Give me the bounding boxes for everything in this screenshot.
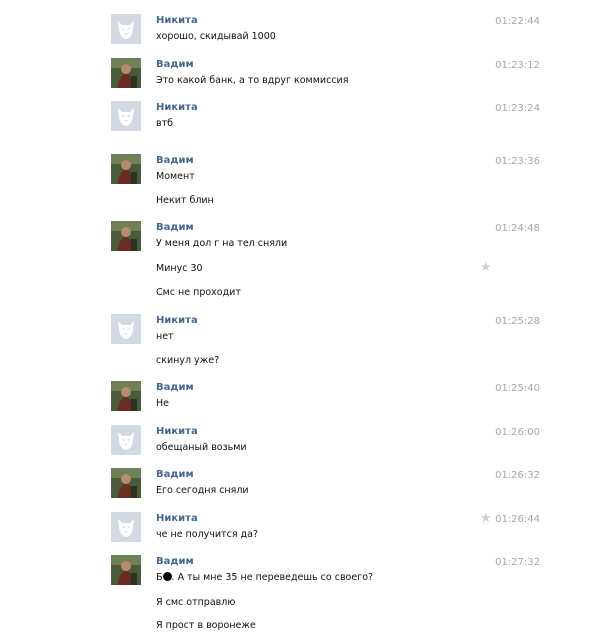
message-text: Не (156, 398, 169, 409)
message: Никита 01:26:00 обещаный возьми (111, 425, 551, 455)
photo-avatar-icon[interactable] (111, 381, 141, 411)
message: Вадим 01:23:12 Это какой банк, а то вдру… (111, 58, 551, 88)
censor-blot (162, 572, 172, 581)
message-text: Смс не проходит (156, 287, 241, 298)
message: Вадим 01:27:32 Б . А ты мне 35 не перевед… (111, 555, 551, 635)
message-time[interactable]: 01:22:44 (495, 16, 540, 27)
message-author[interactable]: Вадим (156, 222, 194, 233)
message-text: хорошо, скидывай 1000 (156, 31, 276, 42)
photo-avatar-icon[interactable] (111, 555, 141, 585)
message-text-part: Б (156, 572, 163, 583)
message: Вадим 01:23:36 Момент Некит блин (111, 154, 551, 208)
dog-avatar-icon[interactable] (111, 512, 141, 542)
message-text: Минус 30 (156, 263, 203, 274)
message-text: Б . А ты мне 35 не переведешь со своего? (156, 572, 373, 583)
message: Никита ★ 01:26:44 че не получится да? (111, 512, 551, 542)
message-text: Я прост в воронеже (156, 620, 256, 631)
message-time[interactable]: 01:25:28 (495, 316, 540, 327)
photo-avatar-icon[interactable] (111, 154, 141, 184)
message-text: скинул уже? (156, 355, 220, 366)
dog-avatar-icon[interactable] (111, 101, 141, 131)
message: Никита 01:23:24 втб (111, 101, 551, 131)
message-time[interactable]: 01:23:36 (495, 156, 540, 167)
message-author[interactable]: Вадим (156, 59, 194, 70)
message-text: Я смс отправлю (156, 597, 236, 608)
dog-avatar-icon[interactable] (111, 314, 141, 344)
message-text: Момент (156, 171, 195, 182)
message-text-part: . А ты мне 35 не переведешь со своего? (171, 572, 374, 583)
message-author[interactable]: Никита (156, 513, 198, 524)
star-icon[interactable]: ★ (480, 261, 492, 274)
message: Никита 01:25:28 нет скинул уже? (111, 314, 551, 368)
message-text: У меня дол г на тел сняли (156, 238, 288, 249)
dog-avatar-icon[interactable] (111, 14, 141, 44)
star-icon[interactable]: ★ (480, 512, 492, 525)
message-time[interactable]: 01:26:44 (495, 514, 540, 525)
message-text: Его сегодня сняли (156, 485, 249, 496)
message-text: обещаный возьми (156, 442, 247, 453)
message-time[interactable]: 01:24:48 (495, 223, 540, 234)
message-author[interactable]: Вадим (156, 469, 194, 480)
photo-avatar-icon[interactable] (111, 221, 141, 251)
message: Вадим 01:24:48 У меня дол г на тел сняли… (111, 221, 551, 301)
message-time[interactable]: 01:23:24 (495, 103, 540, 114)
message-text: нет (156, 331, 174, 342)
dog-avatar-icon[interactable] (111, 425, 141, 455)
message: Вадим 01:26:32 Его сегодня сняли (111, 468, 551, 498)
photo-avatar-icon[interactable] (111, 58, 141, 88)
message-time[interactable]: 01:23:12 (495, 60, 540, 71)
message-author[interactable]: Никита (156, 426, 198, 437)
message-author[interactable]: Вадим (156, 382, 194, 393)
message-author[interactable]: Никита (156, 15, 198, 26)
message-author[interactable]: Вадим (156, 556, 194, 567)
message-author[interactable]: Вадим (156, 155, 194, 166)
message-author[interactable]: Никита (156, 315, 198, 326)
message-time[interactable]: 01:25:40 (495, 383, 540, 394)
photo-avatar-icon[interactable] (111, 468, 141, 498)
message: Вадим 01:25:40 Не (111, 381, 551, 411)
message: Никита 01:22:44 хорошо, скидывай 1000 (111, 14, 551, 44)
message-text: втб (156, 118, 173, 129)
message-time[interactable]: 01:27:32 (495, 557, 540, 568)
message-text: Это какой банк, а то вдруг коммиссия (156, 75, 349, 86)
message-text: Некит блин (156, 195, 214, 206)
message-text: че не получится да? (156, 529, 258, 540)
message-time[interactable]: 01:26:00 (495, 427, 540, 438)
message-time[interactable]: 01:26:32 (495, 470, 540, 481)
message-author[interactable]: Никита (156, 102, 198, 113)
